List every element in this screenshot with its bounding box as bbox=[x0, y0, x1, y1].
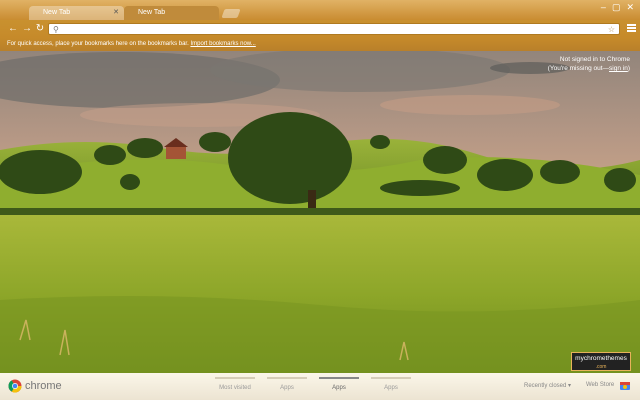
chevron-down-icon: ▾ bbox=[568, 383, 572, 389]
page-tab-label: Apps bbox=[332, 385, 346, 391]
toolbar: ← → ↻ ⚲ ☆ bbox=[0, 20, 640, 38]
web-store-link[interactable]: Web Store bbox=[586, 382, 614, 388]
back-arrow-icon[interactable]: ← bbox=[6, 23, 20, 35]
ntp-footer: chrome Most visited Apps Apps Apps Recen… bbox=[0, 373, 640, 400]
chrome-logo-icon bbox=[8, 379, 22, 393]
window-controls: – ▢ ✕ bbox=[601, 2, 634, 13]
page-tab-apps-2[interactable]: Apps bbox=[319, 377, 359, 391]
signin-line2: (You're missing out—sign in) bbox=[548, 64, 630, 73]
close-window-icon[interactable]: ✕ bbox=[626, 2, 634, 13]
recently-closed-label: Recently closed bbox=[524, 383, 567, 389]
chrome-wordmark: chrome bbox=[25, 380, 62, 392]
search-icon: ⚲ bbox=[53, 25, 59, 34]
badge-line2: .com bbox=[595, 364, 607, 370]
web-store-icon[interactable] bbox=[619, 379, 631, 391]
page-tab-label: Apps bbox=[384, 385, 398, 391]
bookmarks-bar: For quick access, place your bookmarks h… bbox=[0, 38, 640, 51]
minimize-icon[interactable]: – bbox=[601, 2, 606, 13]
browser-window: New Tab ✕ New Tab – ▢ ✕ ← → ↻ ⚲ ☆ For qu… bbox=[0, 0, 640, 400]
theme-watermark-badge: mychromethemes .com bbox=[571, 352, 631, 371]
signin-line1: Not signed in to Chrome bbox=[559, 56, 630, 63]
title-bar: New Tab ✕ New Tab – ▢ ✕ bbox=[0, 0, 640, 20]
signin-suffix: ) bbox=[627, 65, 630, 72]
page-tab-label: Apps bbox=[280, 385, 294, 391]
maximize-icon[interactable]: ▢ bbox=[612, 2, 621, 13]
page-tab-apps-3[interactable]: Apps bbox=[371, 377, 411, 391]
tab-label: New Tab bbox=[43, 9, 71, 16]
close-tab-icon[interactable]: ✕ bbox=[113, 6, 119, 20]
new-tab-button[interactable] bbox=[221, 9, 241, 18]
omnibox-input[interactable]: ⚲ ☆ bbox=[48, 23, 620, 35]
sign-in-link[interactable]: sign in bbox=[609, 65, 628, 72]
import-bookmarks-link[interactable]: Import bookmarks now... bbox=[190, 41, 255, 47]
page-tab-apps-1[interactable]: Apps bbox=[267, 377, 307, 391]
theme-background-image bbox=[0, 0, 640, 400]
tab-new-tab-2[interactable]: New Tab bbox=[124, 6, 219, 20]
signin-notice: Not signed in to Chrome (You're missing … bbox=[548, 55, 630, 73]
tab-label: New Tab bbox=[138, 9, 166, 16]
bookmarks-bar-message: For quick access, place your bookmarks h… bbox=[7, 41, 189, 47]
forward-arrow-icon[interactable]: → bbox=[20, 23, 34, 35]
page-tab-most-visited[interactable]: Most visited bbox=[215, 377, 255, 391]
bookmark-star-icon[interactable]: ☆ bbox=[608, 24, 615, 35]
page-switcher: Most visited Apps Apps Apps bbox=[215, 377, 411, 391]
reload-icon[interactable]: ↻ bbox=[33, 23, 47, 35]
tab-new-tab-1[interactable]: New Tab ✕ bbox=[29, 6, 124, 20]
menu-icon[interactable] bbox=[627, 24, 636, 33]
badge-line1: mychromethemes bbox=[575, 355, 627, 362]
page-tab-label: Most visited bbox=[219, 385, 251, 391]
signin-prefix: (You're missing out— bbox=[547, 65, 610, 72]
recently-closed-menu[interactable]: Recently closed ▾ bbox=[524, 382, 571, 389]
